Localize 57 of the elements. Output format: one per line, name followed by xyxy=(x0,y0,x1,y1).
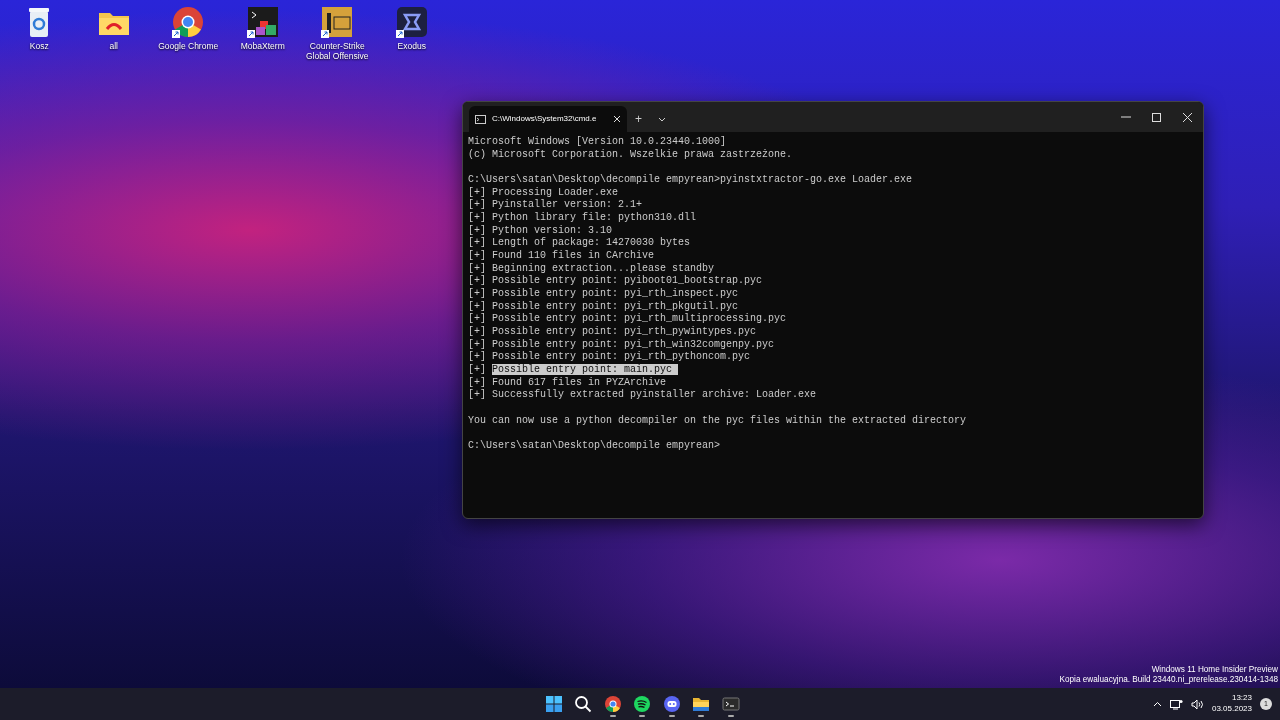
game-icon xyxy=(322,7,353,37)
close-icon xyxy=(1183,112,1192,122)
terminal-line: (c) Microsoft Corporation. Wszelkie prawa zastrzeżone. xyxy=(468,148,794,162)
terminal-line: [+] Possible entry point: pyi_rth_win32comgenpy.pyc xyxy=(468,338,776,351)
maximize-icon xyxy=(1152,112,1161,122)
recycle-bin-icon xyxy=(29,8,50,37)
chat-app-icon xyxy=(662,695,681,713)
terminal-line: [+] Found 110 files in CArchive xyxy=(468,250,656,263)
desktop-shortcut[interactable]: Exodus xyxy=(374,5,449,62)
terminal-line: [+] Possible entry point: pyi_rth_pywintypes.pyc xyxy=(468,326,758,339)
close-icon[interactable] xyxy=(613,115,621,123)
terminal-line: [+] Found 617 files in PYZArchive xyxy=(468,376,668,389)
desktop-shortcut[interactable]: Counter-Strike Global Offensive xyxy=(300,5,375,62)
clock-date[interactable]: 03.05.2023 xyxy=(1211,704,1252,715)
selected-text: Possible entry point: main.pyc xyxy=(492,364,679,376)
windows-logo-icon xyxy=(544,695,563,713)
folder-icon xyxy=(98,13,129,35)
browser-icon xyxy=(173,7,204,37)
chevron-down-icon xyxy=(658,117,666,123)
terminal-line: [+] Python library file: python310.dll xyxy=(468,212,698,225)
edition-notice: Windows 11 Home Insider Preview xyxy=(1150,664,1278,675)
minimize-icon xyxy=(1120,116,1131,118)
terminal-tab[interactable]: C:\Windows\System32\cmd.e xyxy=(469,106,627,132)
new-tab-button[interactable]: + xyxy=(627,106,650,132)
terminal-app-icon xyxy=(247,7,278,37)
folder-icon xyxy=(692,695,711,713)
terminal-line: [+] Processing Loader.exe xyxy=(468,186,620,199)
music-app-icon xyxy=(633,695,652,713)
wallet-app-icon xyxy=(396,7,427,37)
terminal-line: You can now use a python decompiler on the pyc files within the extracted directory xyxy=(468,414,968,428)
chevron-up-icon[interactable] xyxy=(1152,701,1162,707)
clock-time[interactable]: 13:23 xyxy=(1211,693,1252,704)
terminal-icon xyxy=(475,114,486,124)
desktop-shortcut[interactable]: Kosz xyxy=(2,5,77,62)
terminal-line: [+] Pyinstaller version: 2.1+ xyxy=(468,199,644,212)
speaker-icon[interactable] xyxy=(1190,698,1204,710)
search-icon xyxy=(574,695,593,713)
terminal-line: [+] Length of package: 14270030 bytes xyxy=(468,237,692,250)
terminal-line: C:\Users\satan\Desktop\decompile empyrean>pyinstxtractor-go.exe Loader.exe xyxy=(468,174,914,187)
terminal-line: [+] Possible entry point: pyi_rth_pythoncom.pyc xyxy=(468,351,752,364)
terminal-line: [+] Possible entry point: pyi_rth_inspect.pyc xyxy=(468,288,740,301)
terminal-line: [+] Python version: 3.10 xyxy=(468,224,614,237)
browser-icon xyxy=(603,695,622,713)
terminal-line: Microsoft Windows [Version 10.0.23440.1000] xyxy=(468,136,728,149)
desktop-shortcut[interactable]: MobaXterm xyxy=(225,5,300,62)
terminal-line: C:\Users\satan\Desktop\decompile empyrean> xyxy=(468,440,722,453)
edition-notice: Kopia ewaluacyjna. Build 23440.ni_prerelease.230414-1348 xyxy=(1059,675,1278,686)
desktop-shortcut[interactable]: Google Chrome xyxy=(151,5,226,62)
desktop-shortcut[interactable]: all xyxy=(76,5,151,62)
terminal-line: [+] Possible entry point: pyiboot01_bootstrap.pyc xyxy=(468,275,764,288)
terminal-line: [+] xyxy=(468,364,486,376)
terminal-line: [+] Possible entry point: pyi_rth_pkgutil.pyc xyxy=(468,300,740,313)
terminal-line: [+] Successfully extracted pyinstaller archive: Loader.exe xyxy=(468,389,818,403)
terminal-line: [+] Beginning extraction...please standby xyxy=(468,262,716,275)
network-icon[interactable] xyxy=(1169,698,1183,710)
terminal-icon xyxy=(721,695,740,713)
terminal-line: [+] Possible entry point: pyi_rth_multiprocessing.pyc xyxy=(468,313,788,326)
